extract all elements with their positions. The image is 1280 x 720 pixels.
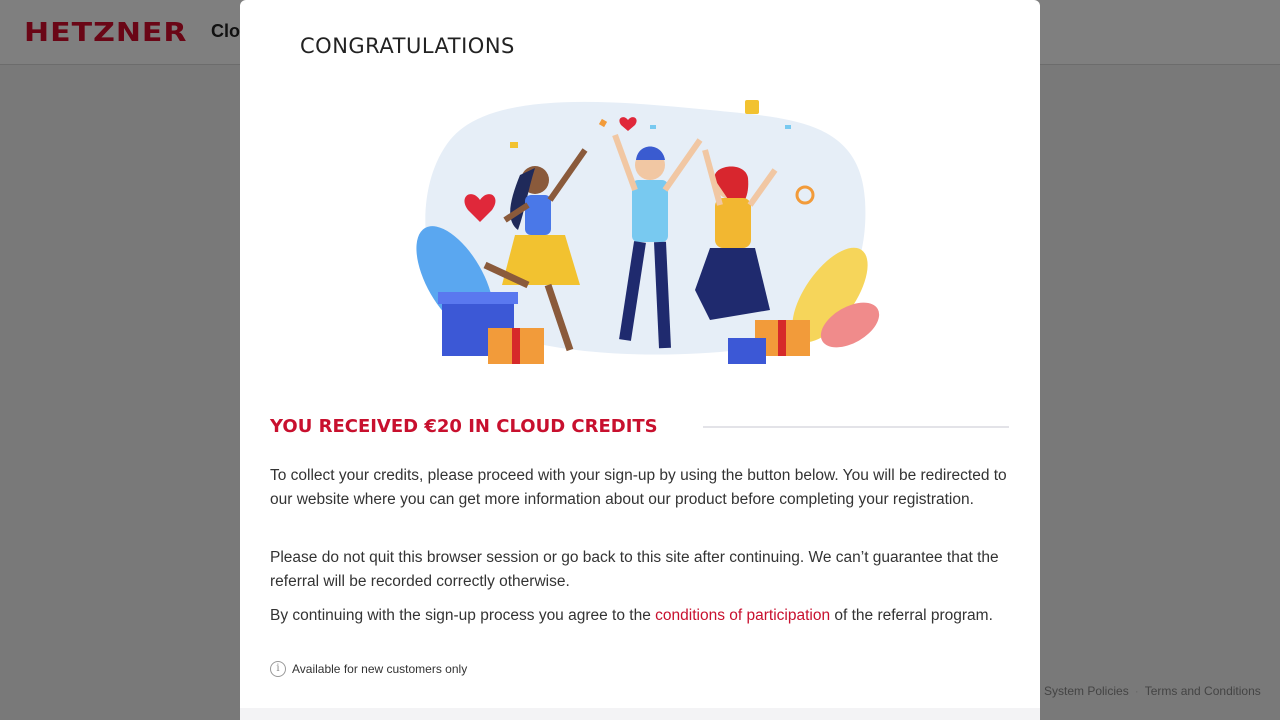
gift-box-right-ribbon (778, 320, 786, 356)
credit-heading: YOU RECEIVED €20 IN CLOUD CREDITS (270, 416, 658, 437)
gift-box-blue-lid (438, 292, 518, 304)
modal-actions-area (240, 708, 1040, 720)
referral-modal: CONGRATULATIONS YOU RECEIVED €20 IN CLOU… (240, 0, 1040, 720)
conditions-of-participation-link[interactable]: conditions of participation (655, 607, 830, 624)
agreement-text: By continuing with the sign-up process y… (270, 604, 1015, 628)
person2-torso (632, 180, 668, 242)
new-customers-note: i Available for new customers only (270, 661, 467, 677)
note-text: Available for new customers only (292, 662, 468, 676)
person2-leg2 (654, 241, 671, 349)
session-warning-text: Please do not quit this browser session … (270, 549, 999, 590)
terms-link[interactable]: Terms and Conditions (1145, 684, 1261, 698)
heading-divider (703, 426, 1009, 428)
agreement-text-pre: By continuing with the sign-up process y… (270, 607, 656, 624)
gift-box-orange-ribbon (512, 328, 520, 364)
thumbs-up-icon (745, 100, 759, 114)
confetti-2 (650, 125, 656, 129)
person3-torso (715, 198, 751, 248)
modal-title: CONGRATULATIONS (300, 34, 515, 58)
person1-torso (525, 195, 551, 235)
footer-separator: · (1134, 684, 1139, 698)
confetti-3 (785, 125, 791, 129)
agreement-text-post: of the referral program. (830, 607, 993, 624)
gift-box-small (728, 338, 766, 364)
celebration-illustration (416, 100, 880, 364)
footer-links: System Policies · Terms and Conditions (1044, 684, 1261, 698)
collect-credits-text: To collect your credits, please proceed … (270, 467, 1007, 508)
info-icon: i (270, 661, 286, 677)
system-policies-link[interactable]: System Policies (1044, 684, 1129, 698)
confetti-4 (510, 142, 518, 148)
